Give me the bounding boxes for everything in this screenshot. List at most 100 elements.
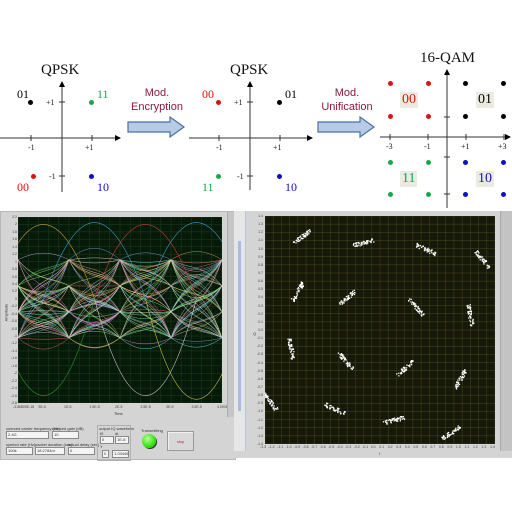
constellation-point bbox=[346, 298, 349, 300]
constellation-point bbox=[453, 430, 455, 432]
constellation-point bbox=[455, 427, 457, 429]
point-label-00: 00 bbox=[202, 87, 214, 101]
constellation-point bbox=[290, 298, 293, 300]
qam-point bbox=[463, 192, 468, 197]
constellation-point bbox=[338, 302, 341, 304]
constellation-point bbox=[419, 245, 422, 247]
constellation-point bbox=[398, 375, 400, 377]
x-tick-label: 0.3 bbox=[396, 445, 402, 449]
constellation-point bbox=[340, 301, 342, 304]
eye-trace bbox=[18, 337, 70, 340]
y-value-field[interactable]: 1.03446 bbox=[112, 450, 129, 458]
constellation-point bbox=[272, 408, 275, 410]
y-tick-label: 0.0 bbox=[258, 328, 263, 332]
x-tick-label: 3.5E-5 bbox=[191, 405, 202, 409]
y-tick-label: 1.4 bbox=[12, 244, 17, 249]
y-tick-label: -0.9 bbox=[256, 401, 263, 406]
constellation-point bbox=[337, 408, 339, 410]
constellation-point bbox=[304, 235, 307, 237]
constellation-point bbox=[339, 303, 341, 305]
constellation-point bbox=[459, 375, 462, 378]
packet-duration-field[interactable]: 18.2784m bbox=[35, 447, 65, 455]
qam-point bbox=[501, 192, 506, 197]
constellation-point bbox=[417, 307, 420, 310]
constellation-point bbox=[467, 306, 469, 308]
constellation-point bbox=[339, 411, 341, 413]
left-strip[interactable] bbox=[234, 211, 246, 451]
dt-field[interactable]: 1E-6 bbox=[115, 436, 129, 444]
constellation-point bbox=[265, 394, 266, 396]
constellation-point bbox=[455, 428, 457, 431]
constellation-point bbox=[326, 406, 329, 408]
constellation-point bbox=[410, 298, 412, 301]
quadrant-label-01: 01 bbox=[476, 92, 494, 108]
constellation-point bbox=[469, 319, 471, 321]
constellation-point bbox=[443, 436, 445, 438]
constellation-point bbox=[288, 341, 290, 343]
constellation-point bbox=[293, 241, 295, 243]
tick-x-neg: -1 bbox=[28, 143, 35, 152]
point-11 bbox=[89, 100, 94, 105]
actual-delay-field[interactable]: 0 bbox=[68, 447, 95, 455]
constellation-point bbox=[288, 346, 291, 348]
carrier-frequency-field[interactable]: 2.4G bbox=[6, 431, 49, 439]
gain-field[interactable]: 10 bbox=[52, 431, 79, 439]
y-tick-label: 2 bbox=[15, 222, 17, 227]
constellation-point bbox=[352, 244, 355, 246]
x-tick-label: 0.0 bbox=[370, 445, 376, 449]
arrow2-line2: Unification bbox=[321, 101, 373, 113]
qam-point bbox=[501, 81, 506, 86]
y-tick-label: -0.8 bbox=[256, 393, 263, 398]
y-tick-label: -0.2 bbox=[10, 304, 17, 309]
t0-field[interactable]: 0 bbox=[100, 436, 114, 444]
point-label-10: 10 bbox=[285, 180, 297, 194]
constellation-point bbox=[309, 229, 311, 231]
y-tick-label: 1.2 bbox=[12, 252, 17, 257]
constellation-point bbox=[295, 297, 297, 300]
constellation-point bbox=[455, 387, 457, 389]
constellation-point bbox=[348, 297, 350, 299]
constellation-point bbox=[343, 298, 345, 300]
y-tick-label: -1.2 bbox=[10, 341, 17, 346]
constellation-scrollbar[interactable] bbox=[500, 211, 512, 451]
constellation-point bbox=[347, 363, 349, 366]
y-tick-label: -0.1 bbox=[256, 336, 263, 341]
constellation-point bbox=[443, 435, 445, 437]
y-tick-label: 0.8 bbox=[12, 267, 17, 272]
array-index-field[interactable]: 0 bbox=[102, 450, 109, 458]
constellation-point bbox=[343, 412, 345, 415]
eye-trace bbox=[68, 257, 121, 261]
constellation-point bbox=[357, 244, 359, 247]
y-tick-label: 1.0 bbox=[258, 246, 263, 251]
block-arrow-icon bbox=[127, 116, 186, 138]
constellation-point bbox=[292, 348, 295, 351]
constellation-point bbox=[477, 255, 479, 257]
constellation-point bbox=[457, 428, 460, 431]
constellation-point bbox=[486, 267, 489, 269]
symbol-rate-field[interactable]: 100k bbox=[6, 447, 33, 455]
qam-point bbox=[426, 160, 431, 165]
constellation-point bbox=[340, 353, 343, 355]
y-tick-label: 0.6 bbox=[12, 274, 17, 279]
qam-point bbox=[463, 81, 468, 86]
transmitting-led bbox=[142, 434, 156, 448]
x-tick-label: -0.5 bbox=[328, 445, 335, 449]
x-tick-label: 0.8 bbox=[438, 445, 444, 449]
constellation-point bbox=[488, 267, 490, 269]
constellation-point bbox=[266, 396, 268, 399]
constellation-point bbox=[400, 418, 402, 420]
qpsk-left-title: QPSK bbox=[41, 62, 80, 78]
constellation-point bbox=[469, 321, 472, 323]
constellation-cluster bbox=[382, 415, 406, 425]
constellation-panel: Q 1.4 1.3 1.2 1.1 1.0 0.9 0.8 0.7 0.6 0.5 0.4 0.3 0.… bbox=[234, 211, 512, 458]
stop-button[interactable]: stop bbox=[167, 431, 194, 451]
arrow2-line1: Mod. bbox=[334, 87, 360, 99]
constellation-point bbox=[355, 242, 358, 244]
y-tick-label: -1.1 bbox=[256, 417, 263, 422]
constellation-point bbox=[352, 290, 354, 293]
constellation-point bbox=[351, 292, 353, 294]
constellation-point bbox=[346, 299, 348, 301]
point-label-01: 01 bbox=[285, 87, 297, 101]
constellation-point bbox=[403, 418, 406, 420]
tick-pos3: +3 bbox=[498, 142, 507, 151]
